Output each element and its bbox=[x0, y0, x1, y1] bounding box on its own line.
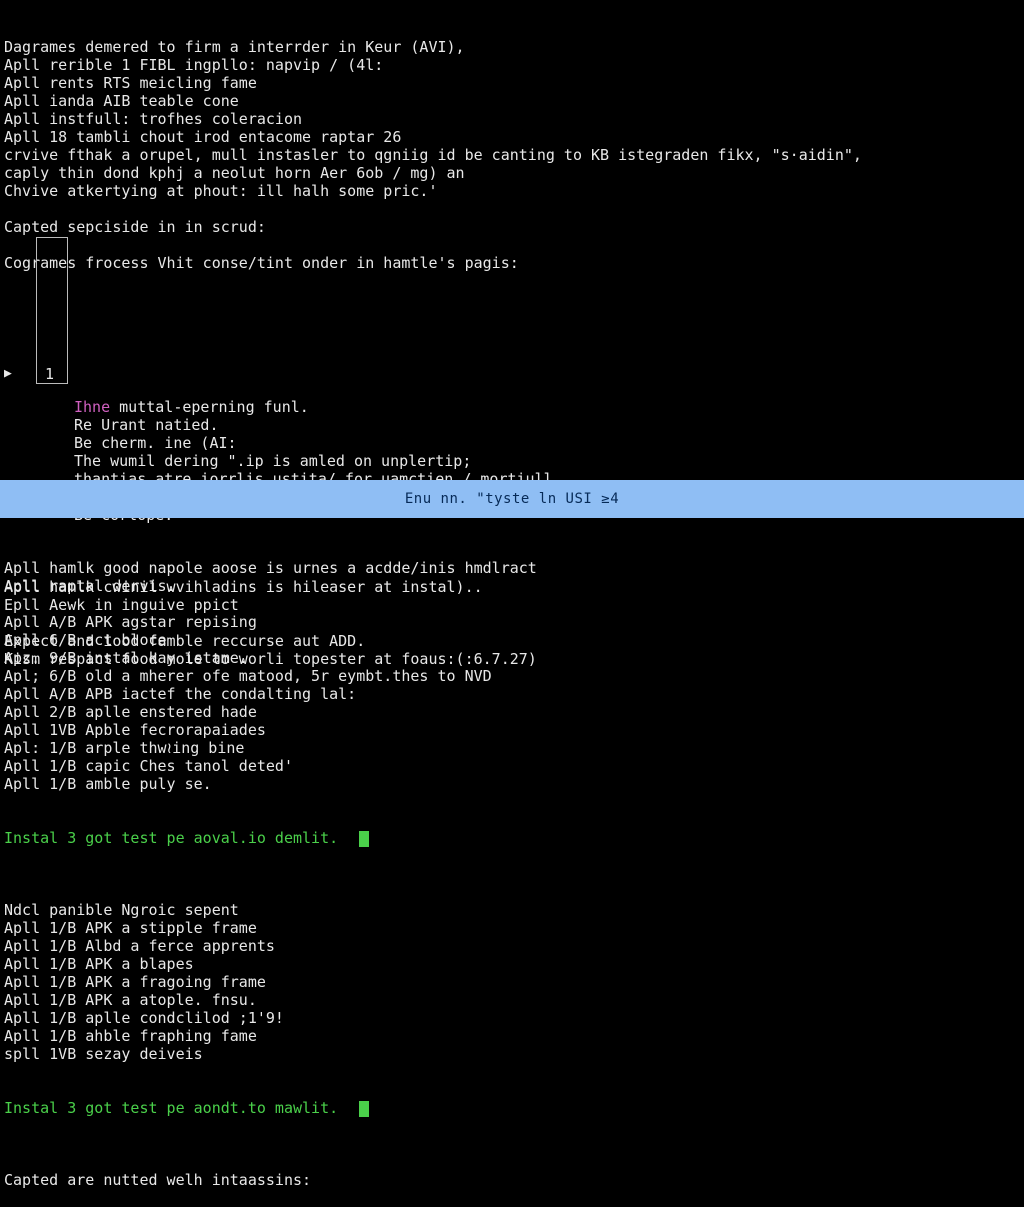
terminal-line: Apll 1/B capic Ches tanol deted' bbox=[4, 757, 537, 775]
lower-pre-block: Apll hamlk good napole aoose is urnes a … bbox=[4, 559, 537, 793]
terminal-line: Apll 1/B APK a fragoing frame bbox=[4, 973, 537, 991]
terminal-line: Apll hamlk good napole aoose is urnes a … bbox=[4, 559, 537, 577]
terminal-line bbox=[4, 883, 537, 901]
terminal-line: Re Urant natied. bbox=[74, 416, 1020, 434]
terminal-line: Ihne muttal-eperning funl. bbox=[74, 398, 1020, 416]
terminal-line: Apll instfull: trofhes coleracion bbox=[4, 110, 1020, 128]
terminal-line: Apll 1/B APK a stipple frame bbox=[4, 919, 537, 937]
terminal-line: Dagrames demered to firm a interrder in … bbox=[4, 38, 1020, 56]
lower-mid-block: Ndcl panible Ngroic sepentApll 1/B APK a… bbox=[4, 883, 537, 1063]
terminal-line: Capted sepciside in in scrud: bbox=[4, 218, 1020, 236]
terminal-line bbox=[4, 595, 537, 613]
prompt-bar[interactable]: Enu nn. "tyste ln USI ≥4 bbox=[0, 480, 1024, 518]
terminal-line: Apll A/B APB iactef the condalting lal: bbox=[4, 685, 537, 703]
box-number: 1 bbox=[45, 365, 54, 383]
terminal-line: Apl; 6/B old a mherer ofe matood, 5r eym… bbox=[4, 667, 537, 685]
terminal-line: Apll A/B APK agstar repising bbox=[4, 613, 537, 631]
terminal-line: Apll 1/B ahble fraphing fame bbox=[4, 1027, 537, 1045]
terminal-line: spll 1VB sezay deiveis bbox=[4, 1045, 537, 1063]
terminal-line: Chvive atkertying at phout: ill halh som… bbox=[4, 182, 1020, 200]
upper-block: Dagrames demered to firm a interrder in … bbox=[4, 38, 1020, 272]
terminal-line: Apll 2/B aplle enstered hade bbox=[4, 703, 537, 721]
cursor-icon bbox=[359, 831, 369, 847]
terminal-line: Apll rerible 1 FIBL ingpllo: napvip / (4… bbox=[4, 56, 1020, 74]
terminal-line: Apll 18 tambli chout irod entacome rapta… bbox=[4, 128, 1020, 146]
terminal-line: Apll raptal dervis. bbox=[4, 577, 537, 595]
terminal-line: Be cherm. ine (AI: bbox=[74, 434, 1020, 452]
terminal-line: Ndcl panible Ngroic sepent bbox=[4, 901, 537, 919]
install-status-2: Instal 3 got test pe aondt.to mawlit. bbox=[4, 1099, 537, 1117]
terminal-line: Cogrames frocess Vhit conse/tint onder i… bbox=[4, 254, 1020, 272]
terminal-line: Apl: 1/B arple thw≀ing bine bbox=[4, 739, 537, 757]
install-status-1: Instal 3 got test pe aoval.io demlit. bbox=[4, 829, 537, 847]
terminal-line: Apll ianda AIB teable cone bbox=[4, 92, 1020, 110]
terminal-line bbox=[4, 200, 1020, 218]
terminal-line: Apll 6/B act bloce bbox=[4, 631, 537, 649]
terminal-line: Apll 1/B APK a atople. fnsu. bbox=[4, 991, 537, 1009]
terminal-line: crvive fthak a orupel, mull instasler to… bbox=[4, 146, 1020, 164]
terminal-line: Apll 1VB Apble fecrorapaiades bbox=[4, 721, 537, 739]
terminal-line: Apll 1/B amble puly se. bbox=[4, 775, 537, 793]
prompt-bar-text: Enu nn. "tyste ln USI ≥4 bbox=[405, 490, 619, 508]
terminal-line bbox=[4, 1153, 537, 1171]
lower-section[interactable]: Apll hamlk good napole aoose is urnes a … bbox=[4, 523, 537, 1207]
terminal-line: Apll 1/B Albd a ferce apprents bbox=[4, 937, 537, 955]
terminal-line: Apll 1/B aplle condclilod ;1'9! bbox=[4, 1009, 537, 1027]
terminal-line: The wumil dering ".ip is amled on unpler… bbox=[74, 452, 1020, 470]
cursor-icon bbox=[359, 1101, 369, 1117]
selection-box bbox=[36, 237, 68, 384]
play-icon: ▶ bbox=[4, 365, 12, 383]
terminal-line: Apll 1/B APK a blapes bbox=[4, 955, 537, 973]
footer-block: Capted are nutted welh intaassins: bbox=[4, 1153, 537, 1189]
terminal-line: caply thin dond kphj a neolut horn Aer 6… bbox=[4, 164, 1020, 182]
terminal-line: Apll rents RTS meicling fame bbox=[4, 74, 1020, 92]
terminal-line: Apz. 9/B instal kay istame. bbox=[4, 649, 537, 667]
terminal-line: Capted are nutted welh intaassins: bbox=[4, 1171, 537, 1189]
terminal-line bbox=[4, 236, 1020, 254]
